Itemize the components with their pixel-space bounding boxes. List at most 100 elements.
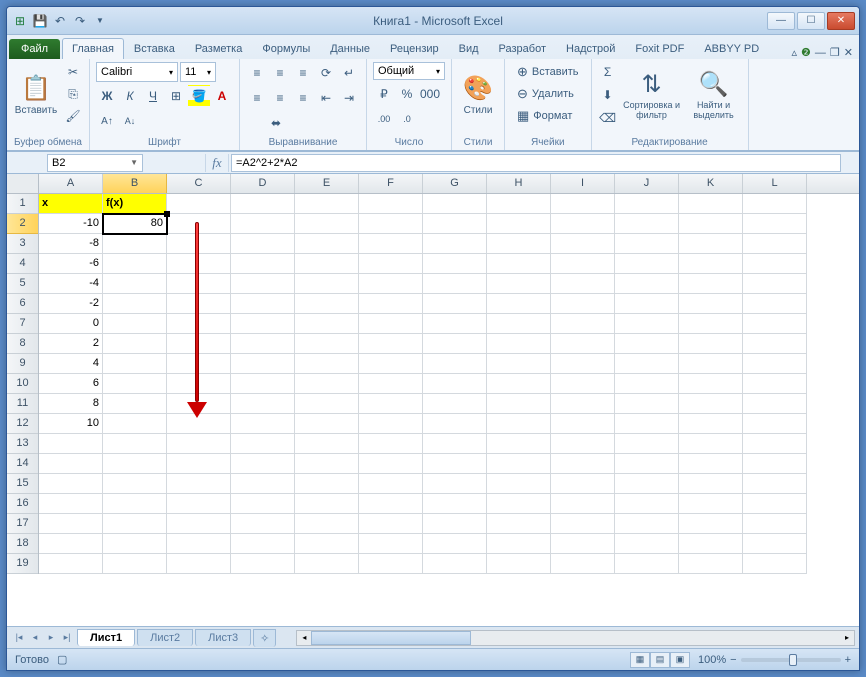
cell-B15[interactable] bbox=[103, 474, 167, 494]
col-header[interactable]: H bbox=[487, 174, 551, 193]
cell-A9[interactable]: 4 bbox=[39, 354, 103, 374]
view-normal-icon[interactable]: ▦ bbox=[630, 652, 650, 668]
cell-J1[interactable] bbox=[615, 194, 679, 214]
cell-L4[interactable] bbox=[743, 254, 807, 274]
cell-J8[interactable] bbox=[615, 334, 679, 354]
cell-J16[interactable] bbox=[615, 494, 679, 514]
maximize-button[interactable]: ☐ bbox=[797, 12, 825, 30]
grow-font-icon[interactable]: A↑ bbox=[96, 110, 118, 132]
orientation-icon[interactable]: ⟳ bbox=[315, 62, 337, 84]
cell-J15[interactable] bbox=[615, 474, 679, 494]
cell-L3[interactable] bbox=[743, 234, 807, 254]
cell-L14[interactable] bbox=[743, 454, 807, 474]
cell-E13[interactable] bbox=[295, 434, 359, 454]
cell-C17[interactable] bbox=[167, 514, 231, 534]
percent-icon[interactable]: % bbox=[396, 83, 418, 105]
cell-I5[interactable] bbox=[551, 274, 615, 294]
cell-B16[interactable] bbox=[103, 494, 167, 514]
cell-I11[interactable] bbox=[551, 394, 615, 414]
fill-color-button[interactable]: 🪣 bbox=[188, 85, 210, 107]
row-header[interactable]: 10 bbox=[7, 374, 38, 394]
tab-insert[interactable]: Вставка bbox=[124, 38, 185, 59]
cell-K2[interactable] bbox=[679, 214, 743, 234]
cell-L16[interactable] bbox=[743, 494, 807, 514]
cell-D3[interactable] bbox=[231, 234, 295, 254]
cell-L13[interactable] bbox=[743, 434, 807, 454]
cell-L18[interactable] bbox=[743, 534, 807, 554]
cell-B7[interactable] bbox=[103, 314, 167, 334]
cell-A1[interactable]: x bbox=[39, 194, 103, 214]
doc-min-icon[interactable]: — bbox=[815, 47, 826, 59]
cell-K9[interactable] bbox=[679, 354, 743, 374]
cell-H9[interactable] bbox=[487, 354, 551, 374]
sheet-nav-next-icon[interactable]: ▸ bbox=[43, 630, 59, 646]
cell-L2[interactable] bbox=[743, 214, 807, 234]
cell-K12[interactable] bbox=[679, 414, 743, 434]
cell-J13[interactable] bbox=[615, 434, 679, 454]
cell-D5[interactable] bbox=[231, 274, 295, 294]
cell-G3[interactable] bbox=[423, 234, 487, 254]
row-header[interactable]: 5 bbox=[7, 274, 38, 294]
cell-H13[interactable] bbox=[487, 434, 551, 454]
row-header[interactable]: 6 bbox=[7, 294, 38, 314]
tab-formulas[interactable]: Формулы bbox=[252, 38, 320, 59]
doc-close-icon[interactable]: ✕ bbox=[844, 46, 853, 59]
indent-dec-icon[interactable]: ⇤ bbox=[315, 87, 337, 109]
cell-I9[interactable] bbox=[551, 354, 615, 374]
doc-restore-icon[interactable]: ❐ bbox=[830, 46, 840, 59]
cell-F19[interactable] bbox=[359, 554, 423, 574]
tab-home[interactable]: Главная bbox=[62, 38, 124, 59]
cell-G5[interactable] bbox=[423, 274, 487, 294]
cell-D7[interactable] bbox=[231, 314, 295, 334]
cell-J4[interactable] bbox=[615, 254, 679, 274]
align-middle-icon[interactable]: ≡ bbox=[269, 62, 291, 84]
cell-L19[interactable] bbox=[743, 554, 807, 574]
cell-E10[interactable] bbox=[295, 374, 359, 394]
cell-H6[interactable] bbox=[487, 294, 551, 314]
bold-button[interactable]: Ж bbox=[96, 85, 118, 107]
dec-decimal-icon[interactable]: .0 bbox=[396, 108, 418, 130]
qat-dropdown-icon[interactable]: ▼ bbox=[91, 12, 109, 30]
cell-I18[interactable] bbox=[551, 534, 615, 554]
tab-abbyy[interactable]: ABBYY PD bbox=[694, 38, 769, 59]
cell-A8[interactable]: 2 bbox=[39, 334, 103, 354]
cell-A15[interactable] bbox=[39, 474, 103, 494]
name-box[interactable]: B2▼ bbox=[47, 154, 143, 172]
scroll-thumb[interactable] bbox=[311, 631, 471, 645]
cell-I3[interactable] bbox=[551, 234, 615, 254]
cell-C16[interactable] bbox=[167, 494, 231, 514]
currency-icon[interactable]: ₽ bbox=[373, 83, 395, 105]
cell-D17[interactable] bbox=[231, 514, 295, 534]
cell-L12[interactable] bbox=[743, 414, 807, 434]
sheet-nav-last-icon[interactable]: ▸| bbox=[59, 630, 75, 646]
row-header[interactable]: 13 bbox=[7, 434, 38, 454]
align-top-icon[interactable]: ≡ bbox=[246, 62, 268, 84]
row-header[interactable]: 18 bbox=[7, 534, 38, 554]
cell-J6[interactable] bbox=[615, 294, 679, 314]
cell-A7[interactable]: 0 bbox=[39, 314, 103, 334]
cell-J19[interactable] bbox=[615, 554, 679, 574]
sheet-tab-3[interactable]: Лист3 bbox=[195, 629, 251, 646]
cell-A5[interactable]: -4 bbox=[39, 274, 103, 294]
cell-F6[interactable] bbox=[359, 294, 423, 314]
cell-E18[interactable] bbox=[295, 534, 359, 554]
cell-F12[interactable] bbox=[359, 414, 423, 434]
align-left-icon[interactable]: ≡ bbox=[246, 87, 268, 109]
cell-C15[interactable] bbox=[167, 474, 231, 494]
cell-J18[interactable] bbox=[615, 534, 679, 554]
wrap-text-icon[interactable]: ↵ bbox=[338, 62, 360, 84]
cell-B8[interactable] bbox=[103, 334, 167, 354]
sheet-nav-prev-icon[interactable]: ◂ bbox=[27, 630, 43, 646]
zoom-in-icon[interactable]: + bbox=[845, 654, 851, 666]
cell-H7[interactable] bbox=[487, 314, 551, 334]
find-select-button[interactable]: 🔍 Найти и выделить bbox=[686, 62, 742, 128]
col-header[interactable]: B bbox=[103, 174, 167, 193]
zoom-thumb[interactable] bbox=[789, 654, 797, 666]
tab-review[interactable]: Рецензир bbox=[380, 38, 449, 59]
row-header[interactable]: 19 bbox=[7, 554, 38, 574]
cell-H1[interactable] bbox=[487, 194, 551, 214]
cell-J14[interactable] bbox=[615, 454, 679, 474]
cell-E9[interactable] bbox=[295, 354, 359, 374]
cell-H19[interactable] bbox=[487, 554, 551, 574]
cell-F14[interactable] bbox=[359, 454, 423, 474]
